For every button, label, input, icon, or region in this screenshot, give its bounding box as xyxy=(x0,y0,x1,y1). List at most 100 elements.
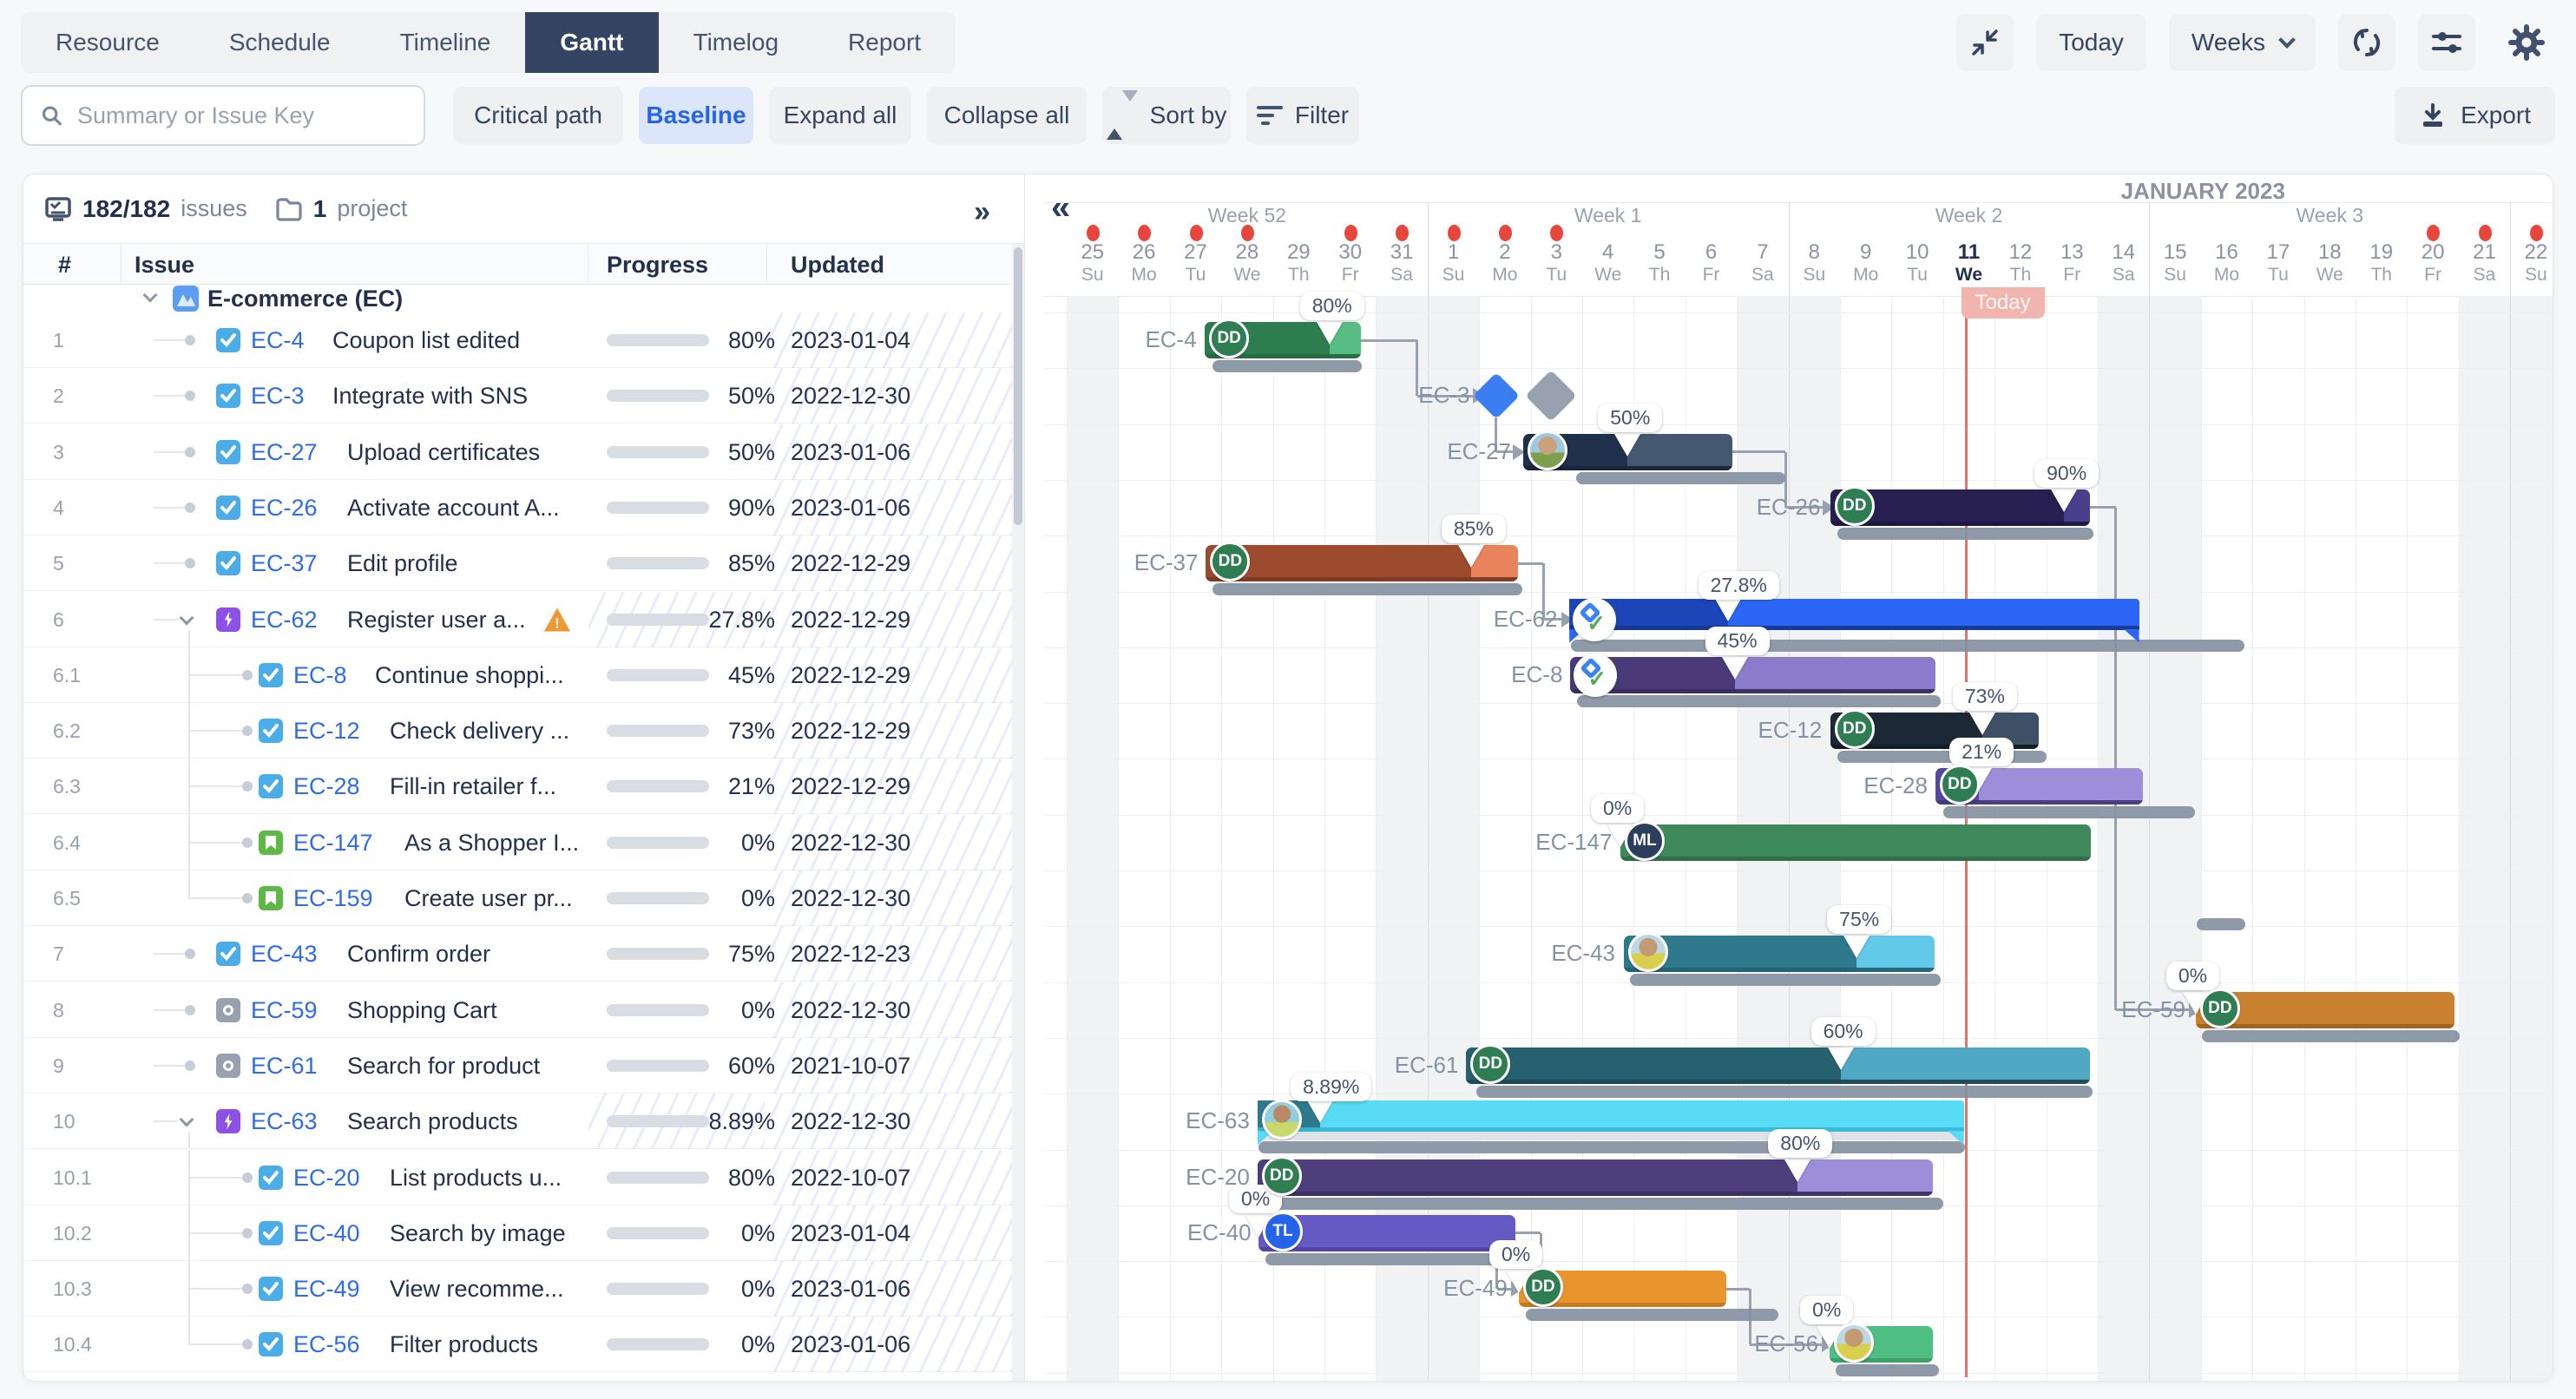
baseline-button[interactable]: Baseline xyxy=(639,87,753,144)
gantt-bar[interactable] xyxy=(1620,824,2091,861)
issue-key[interactable]: EC-40 xyxy=(293,1205,360,1261)
export-button[interactable]: Export xyxy=(2395,87,2555,144)
avatar[interactable]: ML xyxy=(1625,821,1665,861)
col-header-updated[interactable]: Updated xyxy=(791,252,884,279)
issue-key[interactable]: EC-63 xyxy=(251,1094,318,1149)
avatar[interactable]: TL xyxy=(1263,1212,1303,1251)
collapse-panels-button[interactable] xyxy=(1956,14,2014,71)
expand-table-icon[interactable]: » xyxy=(974,195,990,229)
avatar[interactable] xyxy=(1262,1100,1302,1140)
tab-timelog[interactable]: Timelog xyxy=(659,12,814,73)
bar-label: EC-8 xyxy=(1511,661,1562,688)
notification-dot xyxy=(2479,225,2492,241)
display-settings-button[interactable] xyxy=(2418,14,2475,71)
avatar[interactable]: DD xyxy=(1523,1267,1563,1307)
table-row[interactable]: 3EC-27Upload certificates50%2023-01-06 xyxy=(23,424,1025,480)
progress-marker xyxy=(1969,713,1995,735)
row-collapse-chevron[interactable] xyxy=(180,610,194,625)
row-collapse-chevron[interactable] xyxy=(180,1113,194,1127)
gantt-bar[interactable] xyxy=(1570,657,1935,693)
gantt-bar-summary[interactable] xyxy=(1258,1100,1964,1132)
bar-label: EC-40 xyxy=(1187,1219,1252,1246)
table-row[interactable]: 8EC-59Shopping Cart0%2022-12-30 xyxy=(23,982,1025,1038)
issue-key[interactable]: EC-4 xyxy=(251,312,305,368)
avatar[interactable]: DD xyxy=(1262,1156,1302,1196)
table-row[interactable]: 10.3EC-49View recomme...0%2023-01-06 xyxy=(23,1261,1025,1317)
avatar[interactable] xyxy=(1528,430,1567,470)
table-row[interactable]: 6EC-62Register user a...!27.8%2022-12-29 xyxy=(23,592,1025,647)
expand-all-button[interactable]: Expand all xyxy=(769,87,911,144)
table-row[interactable]: 6.2EC-12Check delivery ...73%2022-12-29 xyxy=(23,703,1025,759)
avatar[interactable] xyxy=(1628,932,1668,972)
table-row[interactable]: 2EC-3Integrate with SNS50%2022-12-30 xyxy=(23,368,1025,424)
table-row[interactable]: 6.5EC-159Create user pr...0%2022-12-30 xyxy=(23,870,1025,926)
today-button[interactable]: Today xyxy=(2036,14,2146,71)
filter-button[interactable]: Filter xyxy=(1246,87,1359,144)
table-row[interactable]: 10EC-63Search products8.89%2022-12-30 xyxy=(23,1094,1025,1149)
project-row[interactable]: E-commerce (EC) xyxy=(23,285,1025,312)
search-input[interactable] xyxy=(77,102,406,129)
gantt-bar[interactable] xyxy=(1624,936,1935,972)
table-row[interactable]: 6.1EC-8Continue shoppi...45%2022-12-29 xyxy=(23,647,1025,703)
avatar[interactable]: DD xyxy=(1209,319,1249,358)
table-row-partial[interactable] xyxy=(23,1373,1025,1381)
collapse-all-button[interactable]: Collapse all xyxy=(927,87,1087,144)
progress-marker xyxy=(1722,657,1748,680)
table-row[interactable]: 7EC-43Confirm order75%2022-12-23 xyxy=(23,926,1025,982)
gantt-bar[interactable] xyxy=(1466,1048,2090,1084)
issue-key[interactable]: EC-56 xyxy=(293,1317,360,1372)
issue-key[interactable]: EC-28 xyxy=(293,759,360,814)
table-scrollbar-thumb[interactable] xyxy=(1014,247,1022,525)
issue-key[interactable]: EC-37 xyxy=(251,535,318,591)
avatar[interactable]: DD xyxy=(1835,709,1875,749)
issue-key[interactable]: EC-12 xyxy=(293,703,360,759)
avatar[interactable]: DD xyxy=(1470,1044,1510,1084)
issue-key[interactable]: EC-26 xyxy=(251,480,318,535)
table-row[interactable]: 4EC-26Activate account A...90%2023-01-06 xyxy=(23,480,1025,535)
sort-by-button[interactable]: Sort by xyxy=(1102,87,1231,144)
tab-resource[interactable]: Resource xyxy=(21,12,194,73)
col-header-num[interactable]: # xyxy=(58,252,71,279)
table-row[interactable]: 10.2EC-40Search by image0%2023-01-04 xyxy=(23,1205,1025,1261)
table-row[interactable]: 1EC-4Coupon list edited80%2023-01-04 xyxy=(23,312,1025,368)
table-row[interactable]: 10.1EC-20List products u...80%2022-10-07 xyxy=(23,1150,1025,1205)
tab-timeline[interactable]: Timeline xyxy=(365,12,526,73)
avatar[interactable]: DD xyxy=(1940,765,1980,805)
collapse-timeline-icon[interactable]: « xyxy=(1051,188,1070,227)
table-row[interactable]: 9EC-61Search for product60%2021-10-07 xyxy=(23,1038,1025,1094)
avatar[interactable]: DD xyxy=(1835,486,1875,526)
issue-key[interactable]: EC-43 xyxy=(251,926,318,982)
table-row[interactable]: 6.3EC-28Fill-in retailer f...21%2022-12-… xyxy=(23,759,1025,814)
issue-key[interactable]: EC-20 xyxy=(293,1150,360,1205)
issue-key[interactable]: EC-159 xyxy=(293,870,373,926)
tab-schedule[interactable]: Schedule xyxy=(194,12,365,73)
table-scrollbar[interactable] xyxy=(1012,244,1024,1381)
table-row[interactable]: 6.4EC-147As a Shopper I...0%2022-12-30 xyxy=(23,815,1025,870)
panel-divider[interactable] xyxy=(1024,174,1025,1381)
issue-key[interactable]: EC-27 xyxy=(251,424,318,480)
issue-key[interactable]: EC-61 xyxy=(251,1038,318,1094)
table-row[interactable]: 5EC-37Edit profile85%2022-12-29 xyxy=(23,535,1025,591)
col-header-issue[interactable]: Issue xyxy=(135,252,194,279)
sync-button[interactable] xyxy=(2338,14,2395,71)
search-box[interactable] xyxy=(21,85,425,146)
issue-key[interactable]: EC-62 xyxy=(251,592,318,647)
project-collapse-chevron[interactable] xyxy=(143,288,158,303)
col-header-progress[interactable]: Progress xyxy=(607,252,708,279)
issue-key[interactable]: EC-59 xyxy=(251,982,318,1038)
gantt-bar-summary[interactable] xyxy=(1569,599,2139,630)
avatar[interactable]: DD xyxy=(2200,988,2240,1028)
settings-button[interactable] xyxy=(2498,14,2555,71)
issue-key[interactable]: EC-3 xyxy=(251,368,305,424)
gantt-bar[interactable] xyxy=(1258,1159,1933,1196)
zoom-level-select[interactable]: Weeks xyxy=(2169,14,2316,71)
tab-gantt[interactable]: Gantt xyxy=(525,12,658,73)
warning-icon[interactable]: ! xyxy=(544,608,570,632)
issue-key[interactable]: EC-49 xyxy=(293,1261,360,1317)
issue-key[interactable]: EC-8 xyxy=(293,647,347,703)
table-body: 1EC-4Coupon list edited80%2023-01-042EC-… xyxy=(23,312,1025,1381)
critical-path-button[interactable]: Critical path xyxy=(453,87,623,144)
tab-report[interactable]: Report xyxy=(813,12,956,73)
table-row[interactable]: 10.4EC-56Filter products0%2023-01-06 xyxy=(23,1317,1025,1372)
issue-key[interactable]: EC-147 xyxy=(293,815,373,870)
